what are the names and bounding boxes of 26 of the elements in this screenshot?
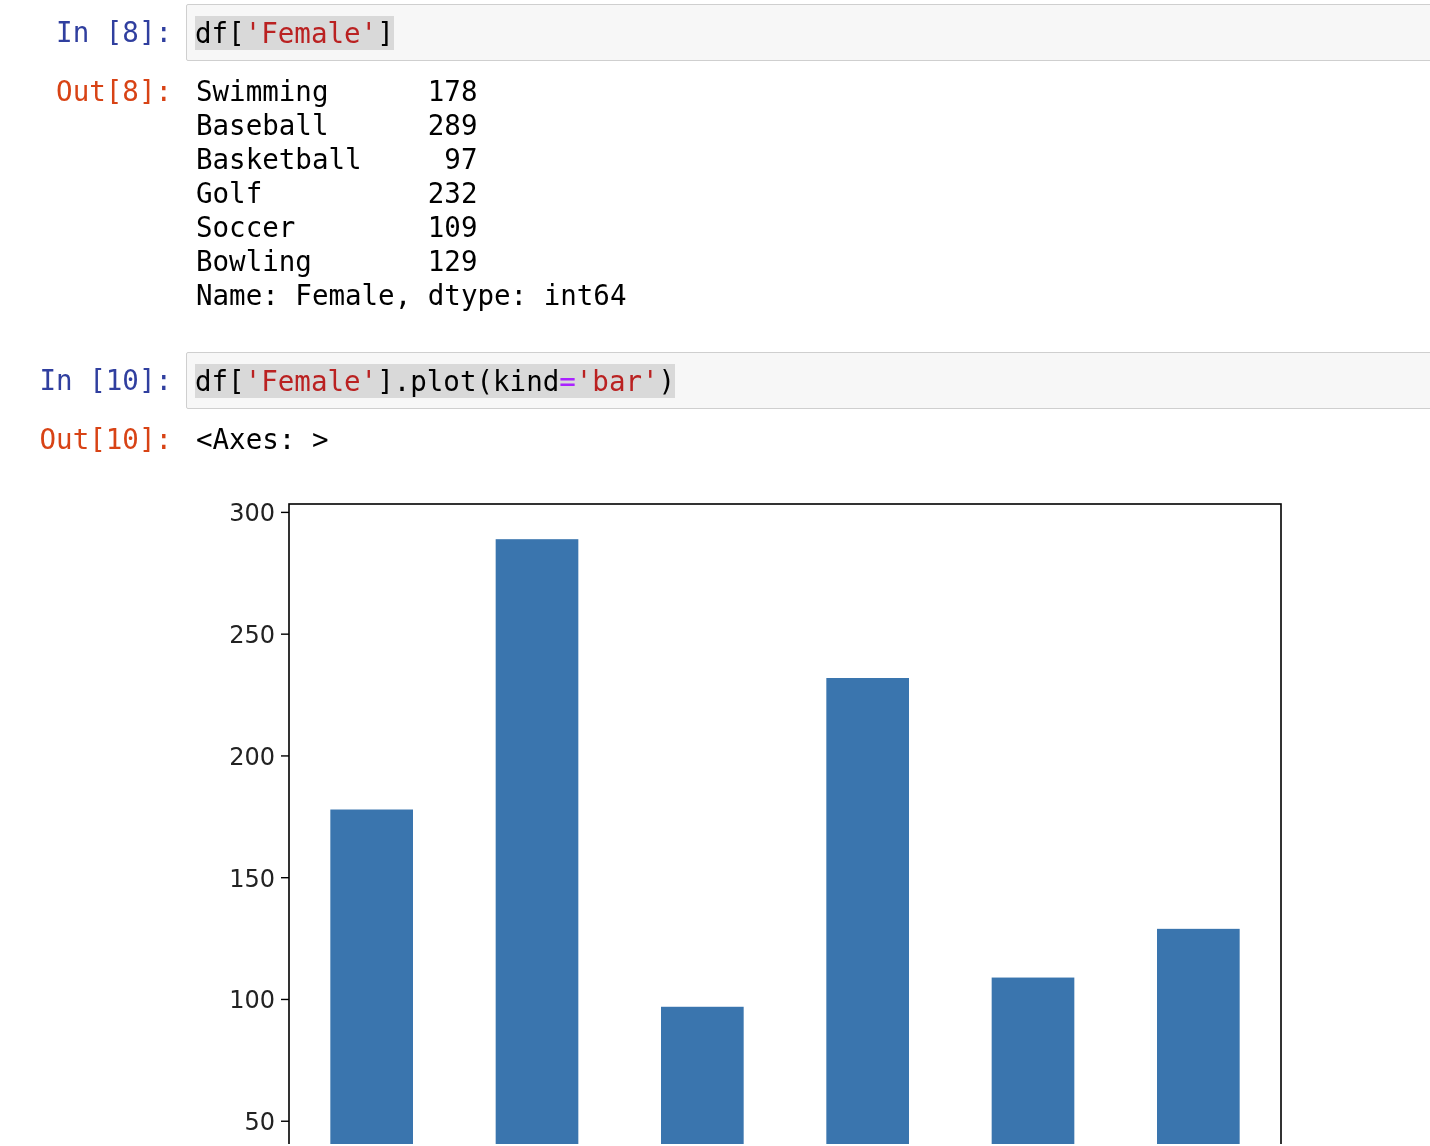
input-prompt: In [8]: [56,15,172,49]
tick-label: 300 [229,499,275,528]
tick-mark [280,633,290,635]
input-prompt: In [10]: [39,363,172,397]
output-line: Bowling 129 [196,244,478,278]
output-line: Swimming 178 [196,74,478,108]
tick-label: 250 [229,621,275,650]
output-line: Golf 232 [196,176,478,210]
output-line: Name: Female, dtype: int64 [196,278,627,312]
tick-mark [280,998,290,1001]
output-line: <Axes: > [196,422,329,456]
output-line: Baseball 289 [196,108,478,142]
output-line: Soccer 109 [196,210,478,244]
tick-mark [280,1120,290,1122]
tick-label: 100 [229,986,275,1015]
tick-label: 150 [229,864,275,893]
output-prompt: Out[8]: [56,74,172,109]
output-line: Basketball 97 [196,142,478,176]
tick-mark [280,877,290,879]
output-prompt: Out[10]: [39,422,172,456]
code-cell[interactable]: df['Female'].plot(kind='bar') [186,352,1430,409]
code-cell[interactable]: df['Female'] [186,4,1430,61]
tick-label: 200 [229,742,275,771]
tick-mark [280,511,290,514]
tick-label: 50 [244,1108,275,1137]
tick-mark [280,755,290,757]
